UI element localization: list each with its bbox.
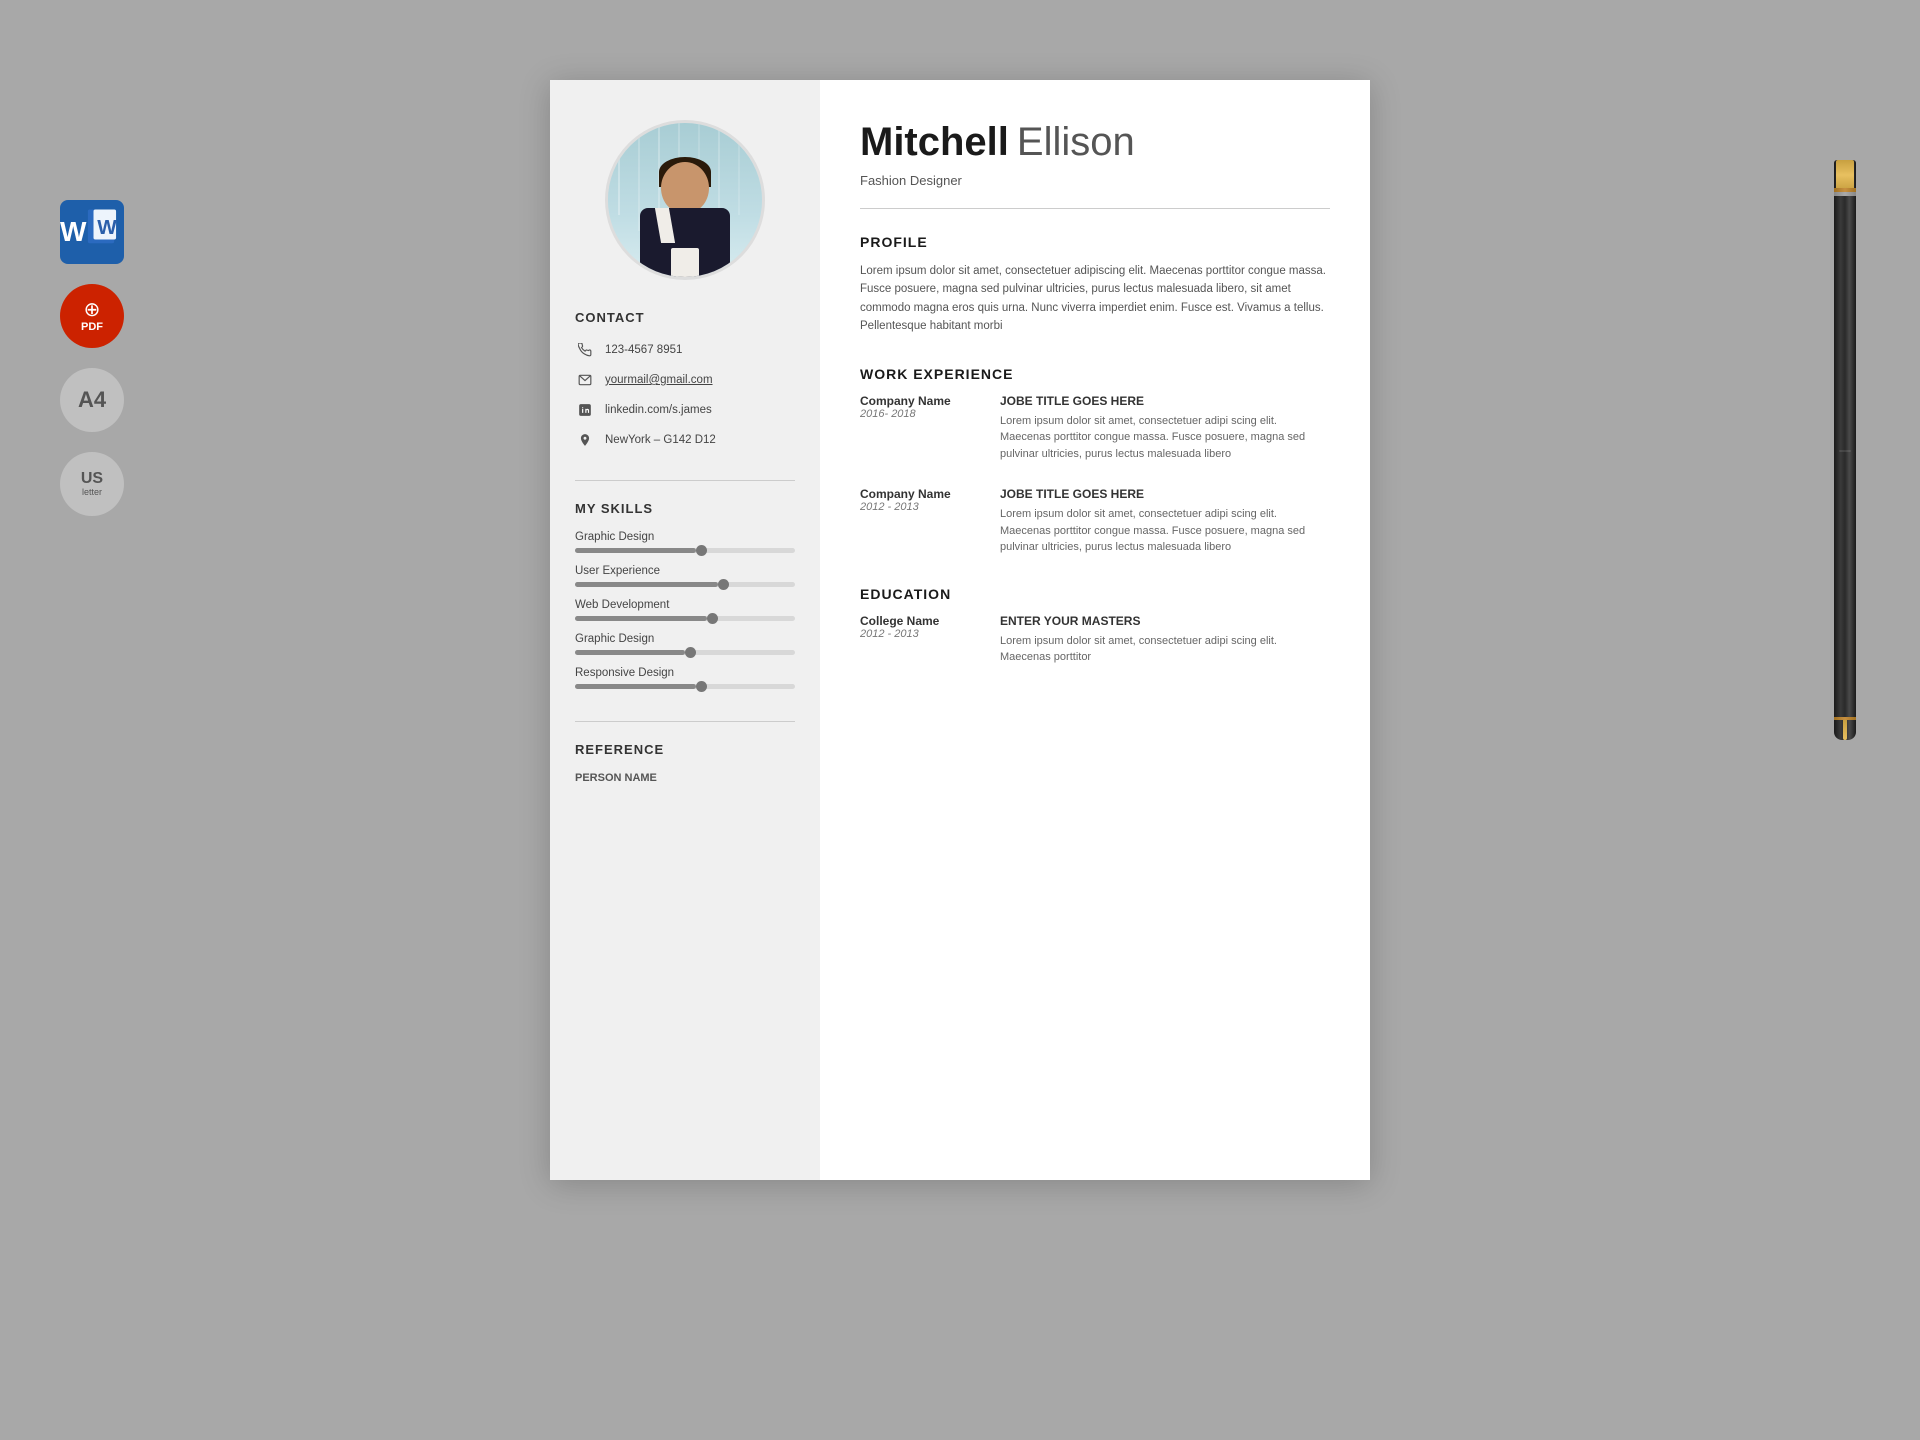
phone-text: 123-4567 8951: [605, 344, 682, 356]
edu-right-1: ENTER YOUR MASTERS Lorem ipsum dolor sit…: [1000, 614, 1330, 666]
profile-section: PROFILE Lorem ipsum dolor sit amet, cons…: [860, 234, 1330, 336]
reference-person-label: PERSON NAME: [575, 772, 795, 784]
phone-icon: [575, 340, 595, 360]
contact-location-item: NewYork – G142 D12: [575, 430, 795, 450]
skill-name-1: Graphic Design: [575, 531, 795, 543]
word-icon[interactable]: W: [60, 200, 124, 264]
work-entry-1: Company Name 2016- 2018 JOBE TITLE GOES …: [860, 394, 1330, 463]
skill-fill-4: [575, 650, 685, 655]
work-company-2: Company Name: [860, 487, 980, 501]
work-left-1: Company Name 2016- 2018: [860, 394, 980, 463]
pen-decoration: [1825, 160, 1865, 760]
edu-left-1: College Name 2012 - 2013: [860, 614, 980, 666]
a4-icon[interactable]: A4: [60, 368, 124, 432]
skill-fill-2: [575, 582, 718, 587]
work-dates-2: 2012 - 2013: [860, 501, 980, 513]
skill-bar-5: [575, 684, 795, 689]
work-right-1: JOBE TITLE GOES HERE Lorem ipsum dolor s…: [1000, 394, 1330, 463]
profile-text: Lorem ipsum dolor sit amet, consectetuer…: [860, 262, 1330, 336]
contact-phone-item: 123-4567 8951: [575, 340, 795, 360]
us-sublabel: letter: [82, 487, 102, 497]
resume-right-panel: MitchellEllison Fashion Designer PROFILE…: [820, 80, 1370, 1180]
work-job-title-2: JOBE TITLE GOES HERE: [1000, 487, 1330, 501]
reference-section: REFERENCE PERSON NAME: [575, 742, 795, 784]
name-last: Ellison: [1017, 120, 1135, 164]
skill-bar-3: [575, 616, 795, 621]
skill-item-1: Graphic Design: [575, 531, 795, 553]
work-experience-section: WORK EXPERIENCE Company Name 2016- 2018 …: [860, 366, 1330, 556]
work-left-2: Company Name 2012 - 2013: [860, 487, 980, 556]
education-section-title: EDUCATION: [860, 586, 1330, 602]
work-description-2: Lorem ipsum dolor sit amet, consectetuer…: [1000, 506, 1330, 556]
skill-item-3: Web Development: [575, 599, 795, 621]
email-text[interactable]: yourmail@gmail.com: [605, 374, 713, 386]
skill-fill-5: [575, 684, 696, 689]
work-entry-2: Company Name 2012 - 2013 JOBE TITLE GOES…: [860, 487, 1330, 556]
contact-title: CONTACT: [575, 310, 795, 325]
left-icons-panel: W ⊕PDF A4 US letter: [60, 200, 124, 516]
skills-title: MY SKILLS: [575, 501, 795, 516]
reference-title: REFERENCE: [575, 742, 795, 757]
skill-name-5: Responsive Design: [575, 667, 795, 679]
work-company-1: Company Name: [860, 394, 980, 408]
pen-shape: [1834, 160, 1856, 740]
work-section-title: WORK EXPERIENCE: [860, 366, 1330, 382]
job-title: Fashion Designer: [860, 173, 1330, 188]
name-first: Mitchell: [860, 120, 1009, 164]
skill-bar-2: [575, 582, 795, 587]
contact-section: CONTACT 123-4567 8951 yourmail@gmail.com: [575, 310, 795, 460]
resume-card: CONTACT 123-4567 8951 yourmail@gmail.com: [550, 80, 1370, 1180]
work-job-title-1: JOBE TITLE GOES HERE: [1000, 394, 1330, 408]
person-illustration: [608, 123, 762, 277]
contact-linkedin-item: linkedin.com/s.james: [575, 400, 795, 420]
profile-section-title: PROFILE: [860, 234, 1330, 250]
edu-entry-1: College Name 2012 - 2013 ENTER YOUR MAST…: [860, 614, 1330, 666]
skill-fill-3: [575, 616, 707, 621]
pdf-icon[interactable]: ⊕PDF: [60, 284, 124, 348]
work-description-1: Lorem ipsum dolor sit amet, consectetuer…: [1000, 413, 1330, 463]
skill-item-5: Responsive Design: [575, 667, 795, 689]
edu-degree-title-1: ENTER YOUR MASTERS: [1000, 614, 1330, 628]
profile-photo: [605, 120, 765, 280]
right-divider: [860, 208, 1330, 209]
edu-description-1: Lorem ipsum dolor sit amet, consectetuer…: [1000, 633, 1330, 666]
skill-dot-2: [718, 579, 729, 590]
divider-2: [575, 721, 795, 722]
skill-dot-4: [685, 647, 696, 658]
name-block: MitchellEllison: [860, 120, 1330, 165]
email-icon: [575, 370, 595, 390]
skill-bar-4: [575, 650, 795, 655]
skill-name-2: User Experience: [575, 565, 795, 577]
skill-name-4: Graphic Design: [575, 633, 795, 645]
skill-fill-1: [575, 548, 696, 553]
skill-dot-1: [696, 545, 707, 556]
a4-label: A4: [78, 389, 106, 411]
contact-email-item: yourmail@gmail.com: [575, 370, 795, 390]
resume-left-panel: CONTACT 123-4567 8951 yourmail@gmail.com: [550, 80, 820, 1180]
svg-text:W: W: [98, 216, 118, 239]
skill-name-3: Web Development: [575, 599, 795, 611]
skill-dot-3: [707, 613, 718, 624]
us-label: US: [81, 471, 103, 487]
location-icon: [575, 430, 595, 450]
linkedin-text: linkedin.com/s.james: [605, 404, 712, 416]
divider-1: [575, 480, 795, 481]
us-icon[interactable]: US letter: [60, 452, 124, 516]
skill-item-2: User Experience: [575, 565, 795, 587]
work-right-2: JOBE TITLE GOES HERE Lorem ipsum dolor s…: [1000, 487, 1330, 556]
edu-dates-1: 2012 - 2013: [860, 628, 980, 640]
education-section: EDUCATION College Name 2012 - 2013 ENTER…: [860, 586, 1330, 666]
location-text: NewYork – G142 D12: [605, 434, 716, 446]
edu-college-1: College Name: [860, 614, 980, 628]
skill-bar-1: [575, 548, 795, 553]
skill-item-4: Graphic Design: [575, 633, 795, 655]
work-dates-1: 2016- 2018: [860, 408, 980, 420]
skills-section: MY SKILLS Graphic Design User Experience…: [575, 501, 795, 701]
skill-dot-5: [696, 681, 707, 692]
linkedin-icon: [575, 400, 595, 420]
